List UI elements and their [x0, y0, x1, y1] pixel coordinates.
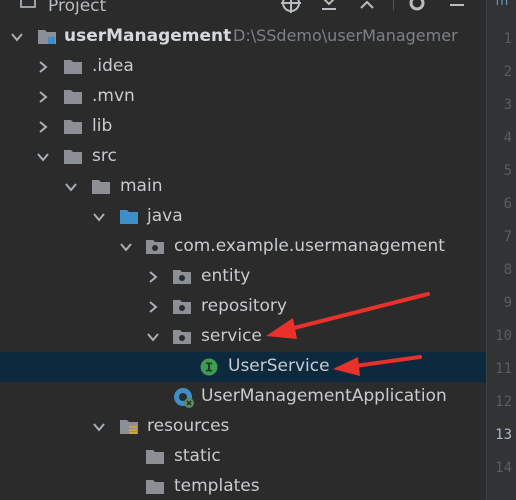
tree-label: entity — [201, 266, 251, 286]
tree-row-package-root[interactable]: com.example.usermanagement — [0, 232, 486, 262]
tree-label: templates — [174, 476, 260, 496]
chevron-down-icon[interactable] — [92, 420, 106, 434]
folder-icon — [64, 150, 82, 164]
expand-all-icon[interactable] — [318, 0, 340, 14]
folder-icon — [146, 450, 164, 464]
project-toolbar: Project — [0, 0, 486, 16]
chevron-down-icon[interactable] — [64, 180, 78, 194]
line-number: 9 — [503, 295, 512, 311]
collapse-all-icon[interactable] — [356, 0, 378, 14]
tree-label: com.example.usermanagement — [174, 236, 445, 256]
chevron-right-icon[interactable] — [36, 120, 50, 134]
line-number: 6 — [503, 196, 512, 212]
chevron-right-icon[interactable] — [36, 90, 50, 104]
package-icon — [173, 330, 191, 344]
chevron-down-icon[interactable] — [10, 30, 24, 44]
interface-icon — [200, 358, 218, 376]
line-number: 11 — [495, 361, 512, 377]
tree-row-service[interactable]: service — [0, 322, 486, 352]
tree-row-src[interactable]: src — [0, 142, 486, 172]
folder-icon — [146, 480, 164, 494]
toolbar-divider — [393, 0, 394, 10]
tree-label: java — [147, 206, 183, 226]
module-path: D:\SSdemo\userManagemer — [233, 26, 458, 45]
folder-icon — [64, 60, 82, 74]
source-folder-icon — [120, 210, 138, 224]
tree-row-templates[interactable]: templates — [0, 472, 486, 500]
tree-row-entity[interactable]: entity — [0, 262, 486, 292]
tree-label: resources — [147, 416, 230, 436]
tree-label: repository — [201, 296, 287, 316]
tree-label: .mvn — [92, 86, 135, 106]
tree-row-static[interactable]: static — [0, 442, 486, 472]
tree-row-repository[interactable]: repository — [0, 292, 486, 322]
tree-row-usermanagement[interactable]: userManagement D:\SSdemo\userManagemer — [0, 22, 486, 52]
chevron-down-icon[interactable] — [119, 240, 133, 254]
tree-label: .idea — [92, 56, 134, 76]
line-number: 14 — [495, 460, 512, 476]
spring-boot-class-icon — [174, 388, 194, 408]
line-number: 8 — [503, 262, 512, 278]
package-icon — [146, 240, 164, 254]
tree-row-idea[interactable]: .idea — [0, 52, 486, 82]
tree-label: main — [120, 176, 163, 196]
package-icon — [173, 270, 191, 284]
tree-row-resources[interactable]: resources — [0, 412, 486, 442]
locate-file-icon[interactable] — [280, 0, 302, 14]
tree-row-lib[interactable]: lib — [0, 112, 486, 142]
line-number: 1 — [503, 31, 512, 47]
folder-icon — [92, 180, 110, 194]
chevron-down-icon[interactable] — [36, 150, 50, 164]
tree-row-java[interactable]: java — [0, 202, 486, 232]
resources-folder-icon — [120, 420, 138, 434]
tree-label: static — [174, 446, 221, 466]
tree-label: lib — [92, 116, 113, 136]
chevron-down-icon[interactable] — [92, 210, 106, 224]
chevron-right-icon[interactable] — [146, 270, 160, 284]
folder-icon — [64, 90, 82, 104]
hide-panel-icon[interactable] — [446, 0, 468, 14]
project-view-icon[interactable] — [20, 0, 36, 8]
tree-label: userManagement — [64, 26, 232, 46]
line-number: 2 — [503, 64, 512, 80]
tree-label: UserService — [228, 356, 330, 376]
tree-row-main[interactable]: main — [0, 172, 486, 202]
line-number: 7 — [503, 229, 512, 245]
tree-label: src — [92, 146, 117, 166]
folder-icon — [64, 120, 82, 134]
panel-title[interactable]: Project — [48, 0, 106, 16]
module-folder-icon — [38, 30, 56, 44]
chevron-right-icon[interactable] — [36, 60, 50, 74]
line-number: 3 — [503, 97, 512, 113]
tree-row-mvn[interactable]: .mvn — [0, 82, 486, 112]
tree-label: UserManagementApplication — [201, 386, 447, 406]
tree-row-application[interactable]: UserManagementApplication — [0, 382, 486, 412]
chevron-down-icon[interactable] — [146, 330, 160, 344]
editor-gutter: m 1 2 3 4 5 6 7 8 9 10 11 12 13 14 — [486, 0, 516, 500]
project-panel: Project userManagement D:\SSdemo\userMan… — [0, 0, 486, 500]
line-number: 4 — [503, 130, 512, 146]
gear-icon[interactable] — [406, 0, 428, 14]
editor-tab-fragment[interactable]: m — [487, 0, 516, 10]
tree-label: service — [201, 326, 262, 346]
line-number: 12 — [495, 394, 512, 410]
line-number-current: 13 — [495, 427, 512, 443]
chevron-right-icon[interactable] — [146, 300, 160, 314]
line-number: 5 — [503, 163, 512, 179]
package-icon — [173, 300, 191, 314]
tree-row-userservice[interactable]: UserService — [0, 352, 486, 382]
line-number: 10 — [495, 328, 512, 344]
